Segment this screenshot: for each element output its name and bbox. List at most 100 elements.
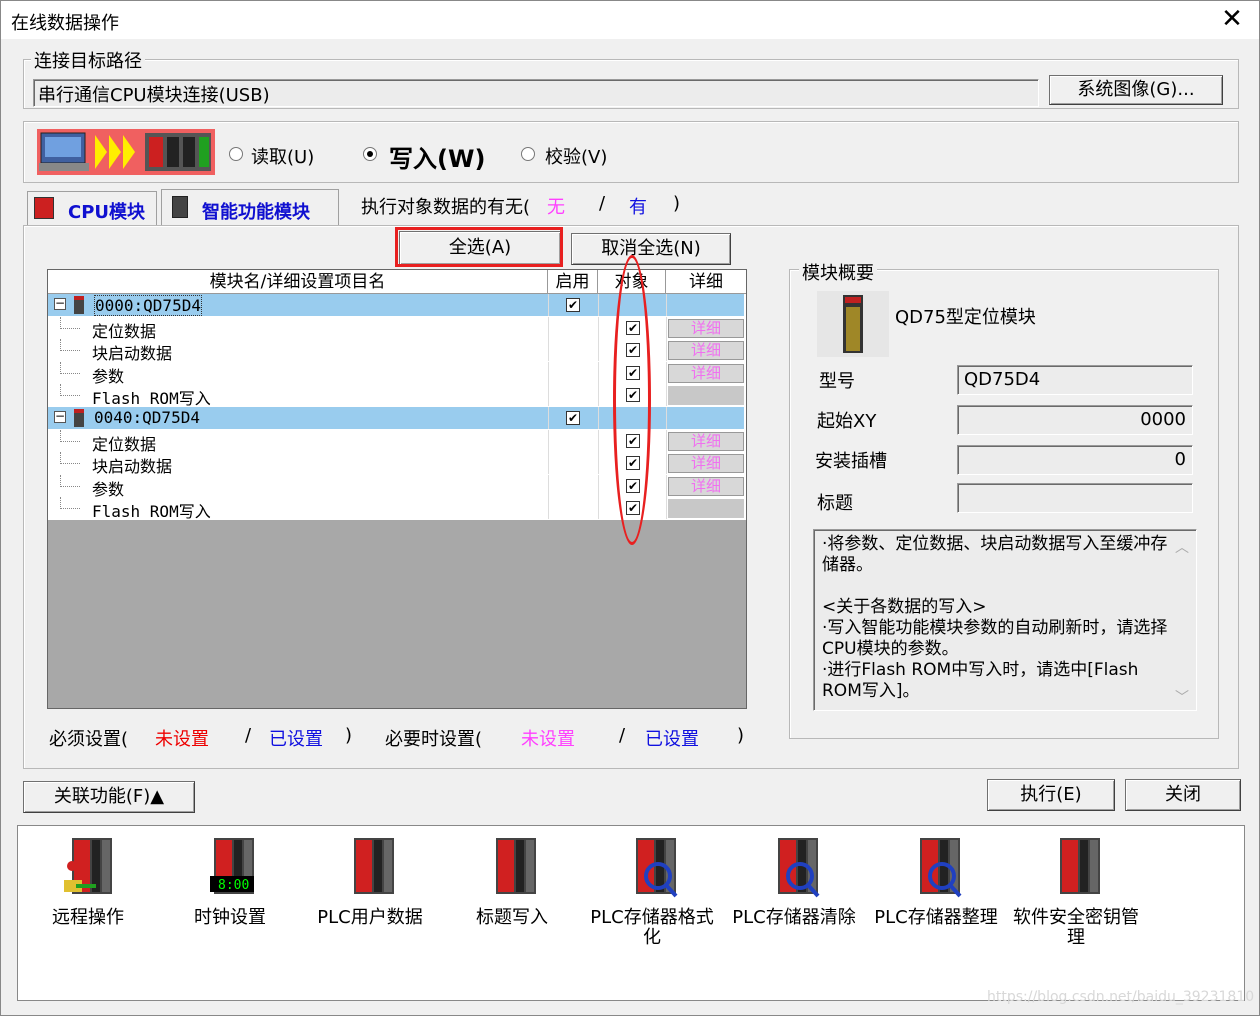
detail-button[interactable]: 详细	[668, 431, 744, 451]
header-detail[interactable]: 详细	[666, 270, 746, 294]
clock-setting-icon: 8:00	[204, 836, 260, 898]
row-name: 块启动数据	[92, 344, 173, 364]
function-item[interactable]: 远程操作	[18, 832, 158, 992]
transfer-banner-icon	[37, 129, 215, 175]
tree-line	[60, 452, 80, 465]
detail-button[interactable]: 详细	[668, 318, 744, 338]
svg-text:8:00: 8:00	[218, 878, 249, 893]
deselect-all-button[interactable]: 取消全选(N)	[571, 233, 731, 265]
start-xy-label: 起始XY	[817, 411, 877, 432]
connection-path-field: 串行通信CPU模块连接(USB)	[33, 79, 1039, 107]
plc-memory-format-icon	[626, 836, 682, 898]
column-separator	[548, 407, 549, 429]
function-label: 时钟设置	[194, 907, 266, 928]
function-label: 标题写入	[476, 907, 548, 928]
column-separator	[666, 361, 667, 384]
read-radio[interactable]	[229, 147, 243, 161]
function-item[interactable]: PLC存储器格式化	[582, 832, 722, 992]
write-label[interactable]: 写入(W)	[389, 139, 485, 174]
optional-paren: )	[737, 725, 745, 746]
related-functions-button[interactable]: 关联功能(F)▲	[23, 781, 195, 813]
function-item[interactable]: PLC存储器清除	[724, 832, 864, 992]
slot-field: 0	[957, 445, 1193, 475]
column-separator	[666, 384, 667, 407]
connection-path-label: 连接目标路径	[31, 47, 145, 73]
detail-button[interactable]: 详细	[668, 341, 744, 361]
row-name: 0000:QD75D4	[94, 295, 202, 316]
required-set-legend: 已设置	[269, 729, 323, 750]
read-label[interactable]: 读取(U)	[251, 143, 314, 169]
remote-operation-icon	[62, 836, 118, 898]
plc-user-data-icon	[344, 836, 400, 898]
detail-empty	[668, 386, 744, 406]
column-separator	[598, 497, 599, 520]
start-xy-field: 0000	[957, 405, 1193, 435]
collapse-icon[interactable]: −	[54, 410, 66, 423]
column-separator	[666, 429, 667, 452]
header-name[interactable]: 模块名/详细设置项目名	[48, 270, 548, 294]
optional-set-legend: 已设置	[645, 729, 699, 750]
row-name: 定位数据	[92, 321, 157, 341]
cpu-module-icon	[34, 197, 54, 219]
column-separator	[666, 339, 667, 362]
function-label: 软件安全密钥管理	[1013, 907, 1139, 948]
column-separator	[548, 361, 549, 384]
detail-button[interactable]: 详细	[668, 363, 744, 383]
optional-legend-prefix: 必要时设置(	[385, 729, 483, 750]
column-separator	[548, 384, 549, 407]
module-name: QD75型定位模块	[895, 307, 1036, 328]
column-separator	[598, 384, 599, 407]
function-item[interactable]: PLC用户数据	[300, 832, 440, 992]
enable-checkbox[interactable]	[566, 298, 580, 312]
column-separator	[598, 294, 599, 316]
verify-label[interactable]: 校验(V)	[545, 143, 607, 169]
scroll-down-icon[interactable]: ﹀	[1175, 687, 1189, 707]
column-separator	[548, 339, 549, 362]
function-label: PLC存储器整理	[874, 907, 998, 928]
software-security-key-icon	[1050, 836, 1106, 898]
close-window-button[interactable]: ✕	[1217, 3, 1247, 35]
function-item[interactable]: 标题写入	[442, 832, 582, 992]
execute-button[interactable]: 执行(E)	[987, 779, 1115, 811]
title-label: 标题	[817, 493, 853, 514]
column-separator	[548, 294, 549, 316]
tab-cpu-module[interactable]: CPU模块	[27, 191, 157, 227]
scroll-up-icon[interactable]: ︿	[1175, 537, 1189, 557]
detail-button[interactable]: 详细	[668, 454, 744, 474]
column-separator	[548, 316, 549, 339]
title-bar: 在线数据操作 ✕	[1, 1, 1259, 39]
column-separator	[598, 452, 599, 475]
function-item[interactable]: 软件安全密钥管理	[1006, 832, 1146, 992]
watermark: https://blog.csdn.net/baidu_39231810	[987, 989, 1255, 1005]
column-separator	[548, 452, 549, 475]
tree-line	[60, 316, 80, 329]
detail-button[interactable]: 详细	[668, 476, 744, 496]
collapse-icon[interactable]: −	[54, 297, 66, 310]
column-separator	[666, 294, 667, 316]
close-button[interactable]: 关闭	[1125, 779, 1241, 811]
slot-label: 安装插槽	[815, 451, 887, 472]
row-name: 定位数据	[92, 434, 157, 454]
model-field: QD75D4	[957, 365, 1193, 395]
verify-radio[interactable]	[521, 147, 535, 161]
system-image-button[interactable]: 系统图像(G)...	[1049, 75, 1223, 105]
row-name: 0040:QD75D4	[94, 408, 200, 427]
function-item[interactable]: 8:00 时钟设置	[160, 832, 300, 992]
column-separator	[666, 316, 667, 339]
row-name: 参数	[92, 366, 125, 386]
write-radio[interactable]	[363, 147, 377, 161]
tab-intelligent-module[interactable]: 智能功能模块	[161, 189, 339, 227]
function-item[interactable]: PLC存储器整理	[866, 832, 1006, 992]
header-enable[interactable]: 启用	[548, 270, 598, 294]
optional-slash: /	[619, 725, 626, 746]
row-name: Flash ROM写入	[92, 502, 211, 522]
tree-line	[60, 361, 80, 374]
enable-checkbox[interactable]	[566, 411, 580, 425]
window-title: 在线数据操作	[11, 13, 119, 34]
module-icon	[74, 296, 84, 314]
summary-note: ·将参数、定位数据、块启动数据写入至缓冲存储器。 <关于各数据的写入> ·写入智…	[813, 529, 1197, 711]
column-separator	[548, 429, 549, 452]
related-functions-panel: 远程操作 8:00 时钟设置 PLC用户数据 标题写入 PLC存储器格式化 PLC存储器清除…	[17, 825, 1245, 1001]
row-name: 参数	[92, 479, 125, 499]
column-separator	[598, 316, 599, 339]
